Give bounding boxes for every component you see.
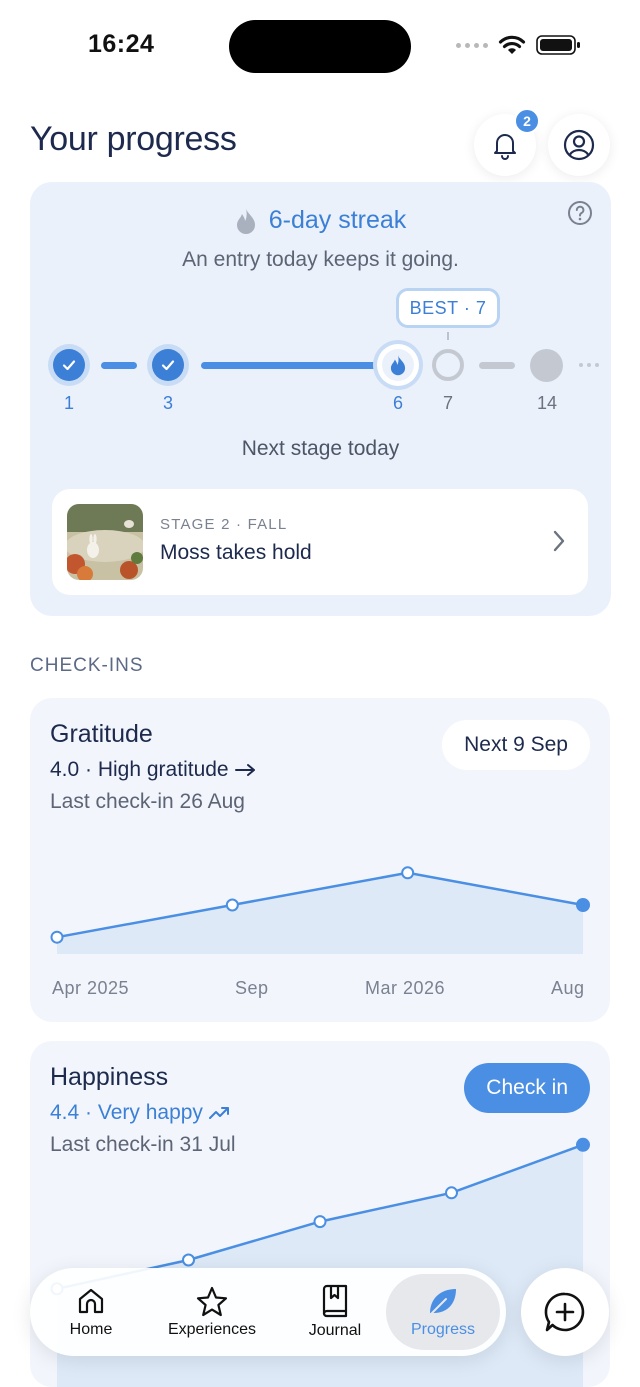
milestone-node-current bbox=[377, 344, 419, 386]
chart-point bbox=[445, 1186, 458, 1200]
bottom-nav: Home Experiences Journal Progress bbox=[30, 1268, 506, 1356]
nav-label: Journal bbox=[308, 1322, 362, 1339]
timeline-segment bbox=[201, 362, 381, 369]
milestone-label: 6 bbox=[392, 393, 403, 413]
milestone-label: 7 bbox=[442, 393, 453, 413]
nav-progress[interactable]: Progress bbox=[386, 1274, 500, 1350]
flame-icon bbox=[390, 354, 406, 376]
x-axis-label: Sep bbox=[235, 978, 269, 998]
chart-point bbox=[401, 866, 415, 880]
signal-icon bbox=[456, 42, 488, 48]
section-label-checkins: CHECK-INS bbox=[30, 655, 144, 676]
chart-point bbox=[225, 898, 239, 912]
nav-label: Experiences bbox=[167, 1321, 257, 1338]
bell-icon bbox=[494, 134, 516, 160]
milestone-node-done bbox=[48, 344, 90, 386]
x-axis-label: Apr 2025 bbox=[52, 978, 130, 998]
stage-thumbnail bbox=[67, 504, 143, 580]
streak-subtitle: An entry today keeps it going. bbox=[182, 248, 459, 271]
milestone-label: 14 bbox=[536, 393, 558, 413]
x-axis-label: Mar 2026 bbox=[365, 978, 446, 998]
best-marker bbox=[447, 332, 449, 340]
status-bar: 16:24 bbox=[0, 0, 640, 95]
chevron-right-icon bbox=[553, 530, 565, 552]
leaf-icon bbox=[429, 1289, 456, 1316]
timeline-segment bbox=[101, 362, 137, 369]
chart-area bbox=[57, 872, 583, 954]
stage-row[interactable]: STAGE 2 · FALL Moss takes hold bbox=[52, 489, 588, 595]
chart-point bbox=[313, 1215, 327, 1229]
milestone-label: 1 bbox=[63, 393, 74, 413]
notifications-button[interactable]: 2 bbox=[474, 108, 540, 176]
new-entry-button[interactable] bbox=[521, 1268, 609, 1356]
chart-point bbox=[182, 1253, 195, 1267]
chart-point bbox=[576, 1137, 590, 1152]
chart-point bbox=[576, 898, 590, 912]
profile-button[interactable] bbox=[548, 114, 610, 176]
stage-name: Moss takes hold bbox=[160, 541, 312, 564]
milestone-node-done bbox=[147, 344, 189, 386]
nav-label: Home bbox=[69, 1321, 113, 1338]
x-axis-label: Aug bbox=[551, 978, 585, 998]
star-icon bbox=[196, 1286, 228, 1317]
nav-label: Progress bbox=[410, 1321, 476, 1338]
stage-kicker: STAGE 2 · FALL bbox=[160, 516, 288, 533]
chart-point bbox=[50, 930, 64, 944]
wifi-icon bbox=[498, 35, 526, 54]
status-icons bbox=[456, 34, 582, 56]
streak-card: 6-day streak An entry today keeps it goi… bbox=[30, 182, 611, 616]
check-icon bbox=[62, 360, 76, 371]
next-stage-text: Next stage today bbox=[241, 437, 400, 460]
streak-count: 6-day streak bbox=[268, 206, 407, 234]
check-icon bbox=[161, 360, 175, 371]
chat-plus-icon bbox=[544, 1292, 585, 1332]
nav-home[interactable]: Home bbox=[48, 1274, 134, 1350]
checkin-card-gratitude[interactable]: Gratitude 4.0 · High gratitude Last chec… bbox=[30, 698, 610, 1022]
streak-title: 6-day streak bbox=[30, 206, 611, 235]
milestone-node-locked bbox=[530, 349, 563, 382]
flame-icon bbox=[236, 207, 255, 234]
journal-icon bbox=[322, 1284, 348, 1318]
page-title: Your progress bbox=[30, 120, 237, 158]
milestone-label: 3 bbox=[162, 393, 173, 413]
battery-icon bbox=[536, 35, 580, 55]
milestone-node-next bbox=[432, 349, 464, 381]
nav-journal[interactable]: Journal bbox=[292, 1274, 378, 1350]
dynamic-island bbox=[229, 20, 411, 73]
notification-badge: 2 bbox=[514, 108, 540, 134]
status-time: 16:24 bbox=[88, 30, 155, 58]
home-icon bbox=[78, 1288, 104, 1314]
timeline-segment bbox=[479, 362, 515, 369]
gratitude-chart bbox=[50, 866, 590, 954]
timeline-more bbox=[579, 363, 599, 367]
best-streak-badge: BEST · 7 bbox=[396, 288, 500, 328]
user-icon bbox=[563, 129, 595, 161]
nav-experiences[interactable]: Experiences bbox=[154, 1274, 270, 1350]
